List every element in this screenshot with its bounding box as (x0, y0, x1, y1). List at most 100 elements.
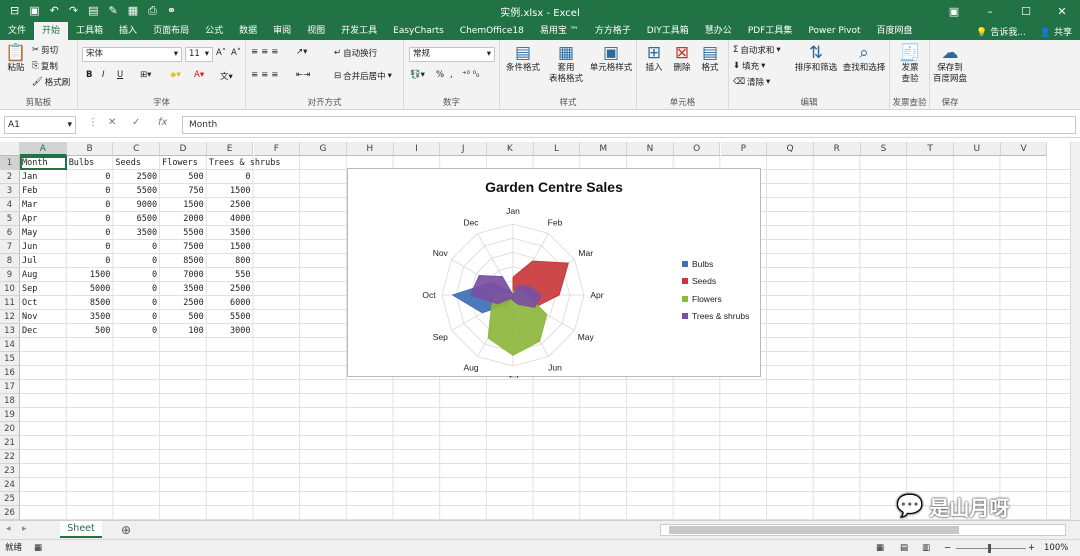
form-icon[interactable]: ▦ (128, 4, 138, 18)
tab-6[interactable]: 数据 (231, 22, 265, 40)
column-header-E[interactable]: E (206, 142, 254, 156)
copy-button[interactable]: ⎘ 复制 (32, 60, 58, 72)
data-cell[interactable]: 0 (113, 296, 160, 310)
page-layout-icon[interactable]: ▤ (900, 540, 908, 556)
column-header-B[interactable]: B (66, 142, 114, 156)
horizontal-scrollbar[interactable] (660, 524, 1066, 536)
column-header-S[interactable]: S (860, 142, 908, 156)
data-cell[interactable]: 7500 (160, 240, 207, 254)
row-header-12[interactable]: 12 (0, 310, 20, 324)
cell-styles-button[interactable]: ▣ 单元格样式 (588, 43, 634, 74)
data-cell[interactable]: 0 (67, 254, 114, 268)
minimize-button[interactable]: – (972, 5, 1008, 18)
macro-record-icon[interactable]: ▦ (34, 540, 42, 556)
header-cell[interactable]: Bulbs (67, 156, 95, 170)
row-header-15[interactable]: 15 (0, 352, 20, 366)
indent-icons[interactable]: ⇤⇥ (296, 70, 310, 80)
column-header-V[interactable]: V (1000, 142, 1048, 156)
insert-cells-button[interactable]: ⊞ 插入 (641, 43, 667, 74)
tab-7[interactable]: 审阅 (265, 22, 299, 40)
column-header-L[interactable]: L (533, 142, 581, 156)
font-size-dropdown[interactable]: 11 ▾ (185, 47, 213, 62)
grow-font-button[interactable]: A˄ (216, 48, 226, 58)
data-cell[interactable]: 3500 (207, 226, 254, 240)
data-cell[interactable]: 0 (67, 184, 114, 198)
close-button[interactable]: ✕ (1044, 5, 1080, 18)
data-cell[interactable]: Nov (20, 310, 37, 324)
header-cell[interactable]: Trees & shrubs (207, 156, 281, 170)
row-header-26[interactable]: 26 (0, 506, 20, 520)
data-cell[interactable]: 100 (160, 324, 207, 338)
row-header-3[interactable]: 3 (0, 184, 20, 198)
data-cell[interactable]: 0 (67, 226, 114, 240)
data-cell[interactable]: Sep (20, 282, 37, 296)
enter-icon[interactable]: ✓ (132, 117, 140, 128)
column-header-T[interactable]: T (907, 142, 954, 156)
row-header-18[interactable]: 18 (0, 394, 20, 408)
border-icon[interactable]: ⊞▾ (140, 70, 151, 80)
data-cell[interactable]: 1500 (160, 198, 207, 212)
restore-button[interactable]: ☐ (1008, 5, 1044, 18)
orientation-icon[interactable]: ↗▾ (296, 47, 307, 57)
sheet-tab[interactable]: Sheet (60, 521, 102, 538)
data-cell[interactable]: 5000 (67, 282, 114, 296)
row-header-2[interactable]: 2 (0, 170, 20, 184)
fill-color-icon[interactable]: ◈▾ (170, 70, 181, 80)
data-cell[interactable]: 0 (67, 170, 114, 184)
data-cell[interactable]: Mar (20, 198, 37, 212)
row-header-17[interactable]: 17 (0, 380, 20, 394)
column-header-K[interactable]: K (487, 142, 534, 156)
zoom-in-button[interactable]: + (1028, 540, 1035, 556)
data-cell[interactable]: 0 (67, 198, 114, 212)
data-cell[interactable]: 800 (207, 254, 254, 268)
header-cell[interactable]: Flowers (160, 156, 198, 170)
cut-button[interactable]: ✂ 剪切 (32, 44, 58, 56)
data-cell[interactable]: 5500 (207, 310, 254, 324)
column-header-Q[interactable]: Q (767, 142, 814, 156)
data-cell[interactable]: Feb (20, 184, 37, 198)
currency-icon[interactable]: 💱▾ (410, 70, 425, 80)
column-header-U[interactable]: U (954, 142, 1001, 156)
print-icon[interactable]: ⎙ (148, 4, 157, 18)
data-cell[interactable]: Jan (20, 170, 37, 184)
data-cell[interactable]: 500 (160, 170, 207, 184)
bold-button[interactable]: B (86, 70, 92, 80)
underline-button[interactable]: U (117, 70, 123, 80)
tab-15[interactable]: 慧办公 (697, 22, 740, 40)
data-cell[interactable]: 2500 (207, 198, 254, 212)
save-icon[interactable]: ▣ (29, 4, 39, 18)
data-cell[interactable]: 1500 (207, 184, 254, 198)
column-header-G[interactable]: G (300, 142, 347, 156)
data-cell[interactable]: Apr (20, 212, 37, 226)
cancel-icon[interactable]: ✕ (108, 117, 116, 128)
font-name-dropdown[interactable]: 宋体 ▾ (82, 47, 182, 62)
tab-14[interactable]: DIY工具箱 (639, 22, 697, 40)
data-cell[interactable]: 5500 (113, 184, 160, 198)
insert-function-icon[interactable]: fx (158, 117, 167, 128)
horizontal-align-icons[interactable]: ≡≡≡ (251, 70, 281, 80)
row-header-1[interactable]: 1 (0, 156, 20, 170)
data-cell[interactable]: Jul (20, 254, 37, 268)
normal-view-icon[interactable]: ▦ (876, 540, 884, 556)
row-header-7[interactable]: 7 (0, 240, 20, 254)
data-cell[interactable]: 2500 (160, 296, 207, 310)
data-cell[interactable]: 6500 (113, 212, 160, 226)
data-cell[interactable]: 2000 (160, 212, 207, 226)
italic-button[interactable]: I (102, 70, 105, 80)
row-header-4[interactable]: 4 (0, 198, 20, 212)
tell-me-search[interactable]: 💡 告诉我... (970, 25, 1032, 38)
data-cell[interactable]: 1500 (67, 268, 114, 282)
data-cell[interactable]: May (20, 226, 37, 240)
find-select-button[interactable]: ⌕ 查找和选择 (841, 43, 887, 74)
tab-3[interactable]: 插入 (111, 22, 145, 40)
header-cell[interactable]: Seeds (113, 156, 141, 170)
legend-item[interactable]: Seeds (682, 273, 749, 291)
data-cell[interactable]: Dec (20, 324, 37, 338)
column-header-D[interactable]: D (160, 142, 207, 156)
ribbon-display-options-icon[interactable]: ▣ (936, 5, 972, 18)
brush-icon[interactable]: ✎ (108, 4, 117, 18)
format-painter-button[interactable]: 🖌 格式刷 (32, 76, 70, 88)
column-header-R[interactable]: R (813, 142, 861, 156)
legend-item[interactable]: Trees & shrubs (682, 308, 749, 326)
link-icon[interactable]: ⚭ (167, 4, 176, 18)
